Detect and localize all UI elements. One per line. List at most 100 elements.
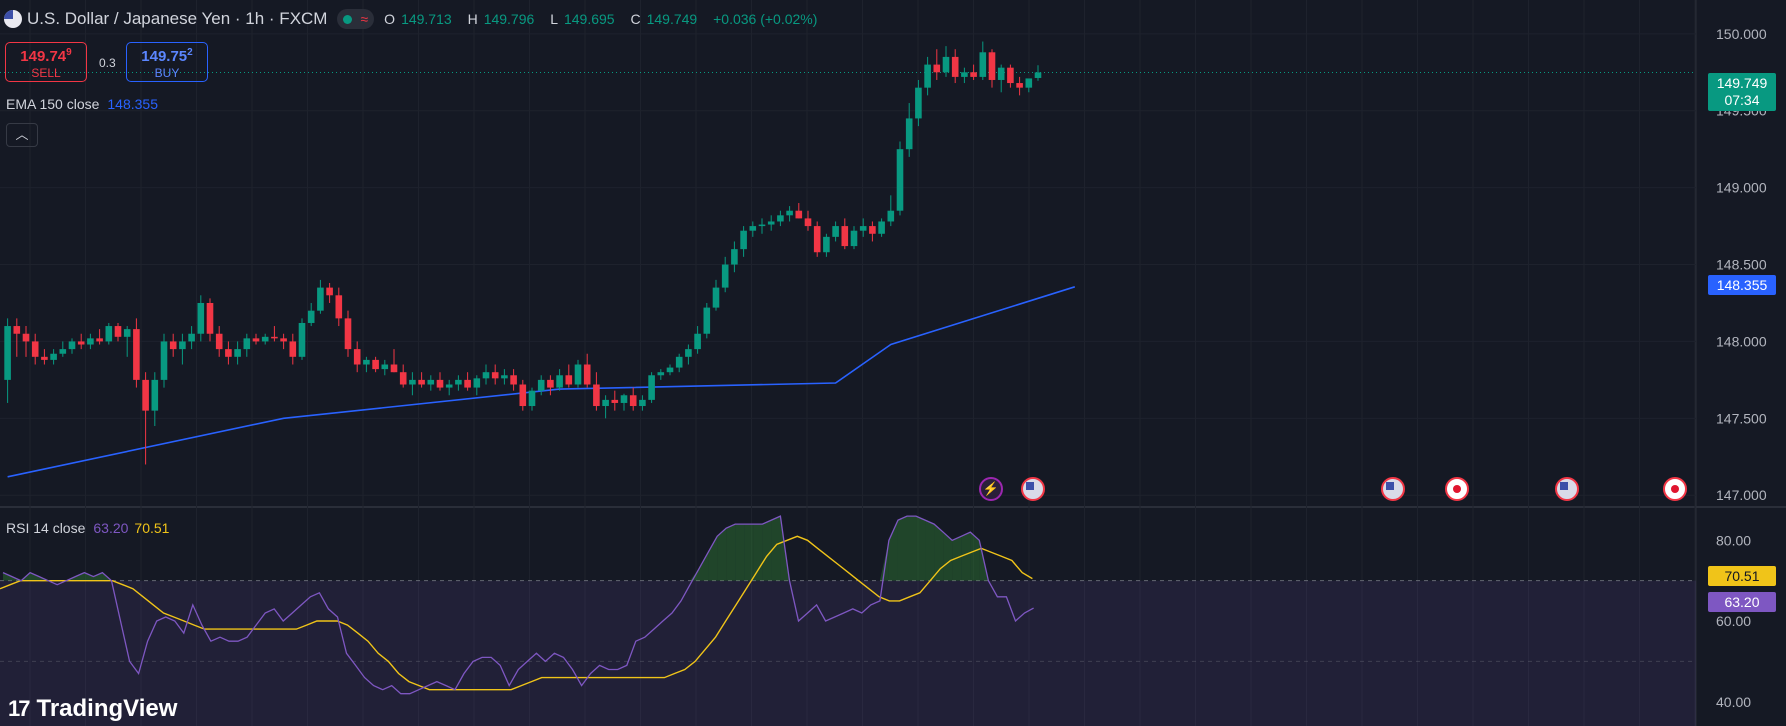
candle-body: [1025, 78, 1033, 88]
us-flag-icon[interactable]: [1381, 477, 1405, 501]
candle-body: [1034, 72, 1042, 78]
rsi-overbought-fill: [753, 524, 763, 581]
candle-body: [445, 384, 453, 388]
candle-body: [703, 307, 711, 334]
rsi-legend[interactable]: RSI 14 close 63.20 70.51: [6, 520, 169, 536]
chart-canvas[interactable]: 150.000149.500149.000148.500148.000147.5…: [0, 0, 1786, 726]
candle-body: [749, 226, 757, 231]
candle-body: [905, 118, 913, 150]
candle-body: [850, 230, 858, 247]
candle-body: [556, 375, 563, 388]
candle-body: [721, 264, 729, 288]
candle-body: [942, 56, 950, 73]
rsi-overbought-fill: [735, 524, 745, 581]
sell-label: SELL: [31, 66, 61, 80]
candle-body: [961, 72, 968, 77]
candle-body: [657, 372, 665, 376]
candle-body: [372, 359, 379, 370]
rsi-tick-label: 40.00: [1716, 694, 1751, 710]
candle-body: [841, 226, 849, 247]
buy-price: 149.75: [141, 48, 188, 65]
candle-body: [114, 326, 122, 337]
ema-price-badge: 148.355: [1708, 275, 1776, 295]
candle-body: [639, 399, 646, 407]
candle-body: [482, 372, 490, 379]
buy-button[interactable]: 149.752 BUY: [126, 42, 208, 82]
rsi-legend-label: RSI 14 close: [6, 520, 86, 536]
last-price-value: 149.749: [1716, 75, 1768, 91]
candle-body: [685, 349, 692, 357]
japan-flag-icon[interactable]: [1663, 477, 1687, 501]
japan-flag-icon[interactable]: [1445, 477, 1469, 501]
ema-legend-label: EMA 150 close: [6, 96, 100, 112]
candle-countdown: 07:34: [1724, 92, 1760, 108]
candle-body: [970, 72, 977, 77]
sell-price-pip: 9: [66, 47, 72, 58]
candle-body: [997, 67, 1005, 80]
candle-body: [823, 236, 830, 253]
status-pill[interactable]: ≈: [337, 9, 375, 29]
us-flag-icon[interactable]: [1555, 477, 1579, 501]
ema-legend-value: 148.355: [107, 96, 158, 112]
candle-body: [335, 295, 343, 319]
lightning-event-icon[interactable]: ⚡: [979, 477, 1003, 501]
candle-body: [77, 341, 85, 345]
candle-body: [869, 226, 876, 234]
candle-body: [988, 52, 996, 80]
high-value: 149.796: [483, 11, 535, 27]
candle-body: [142, 379, 149, 411]
candle-body: [326, 287, 333, 296]
rsi-tick-label: 60.00: [1716, 613, 1751, 629]
candle-body: [344, 318, 352, 350]
tradingview-logo[interactable]: 17 TradingView: [8, 695, 177, 723]
price-tick-label: 148.500: [1716, 257, 1767, 273]
rsi-overbought-fill: [744, 524, 754, 581]
rsi-tick-label: 80.00: [1716, 532, 1751, 548]
rsi-legend-value: 63.20: [93, 520, 129, 536]
candle-body: [675, 356, 683, 368]
candle-body: [105, 326, 113, 342]
candle-body: [418, 379, 425, 385]
candle-body: [491, 372, 499, 379]
buy-price-pip: 2: [187, 47, 193, 58]
candle-body: [547, 379, 554, 388]
close-value: 149.749: [646, 11, 698, 27]
candle-body: [13, 326, 21, 334]
candle-body: [22, 333, 30, 342]
candle-body: [1007, 67, 1014, 84]
candle-body: [179, 341, 186, 350]
candle-body: [666, 367, 674, 373]
candle-body: [188, 333, 195, 342]
candle-body: [381, 364, 389, 370]
rsi-overbought-fill: [762, 520, 772, 581]
us-flag-icon[interactable]: [1021, 477, 1045, 501]
rsi-ma-legend-value: 70.51: [134, 520, 170, 536]
candle-body: [915, 87, 922, 119]
candle-body: [878, 221, 885, 234]
candle-body: [96, 338, 103, 342]
candle-body: [151, 379, 159, 411]
candle-body: [41, 356, 48, 360]
tradingview-logo-text: TradingView: [36, 695, 178, 722]
open-value: 149.713: [401, 11, 452, 27]
candle-body: [225, 349, 232, 357]
candle-body: [59, 349, 67, 354]
candle-body: [887, 210, 895, 222]
candle-body: [951, 56, 959, 77]
low-value: 149.695: [563, 11, 615, 27]
candle-body: [795, 210, 803, 219]
candle-body: [169, 341, 177, 350]
rsi-ma-badge: 70.51: [1708, 566, 1776, 586]
symbol-title[interactable]: U.S. Dollar / Japanese Yen · 1h · FXCM: [27, 9, 327, 29]
open-label: O: [384, 11, 396, 27]
rsi-badge: 63.20: [1708, 592, 1776, 612]
ema-legend[interactable]: EMA 150 close 148.355: [6, 96, 158, 112]
candle-body: [712, 287, 720, 308]
candle-body: [298, 322, 306, 357]
sell-button[interactable]: 149.749 SELL: [5, 42, 87, 82]
candle-body: [409, 379, 416, 385]
candle-body: [436, 379, 444, 388]
candle-body: [629, 395, 637, 407]
collapse-indicators-button[interactable]: ︿: [6, 123, 38, 147]
usd-jpy-flag-icon: [4, 10, 22, 28]
